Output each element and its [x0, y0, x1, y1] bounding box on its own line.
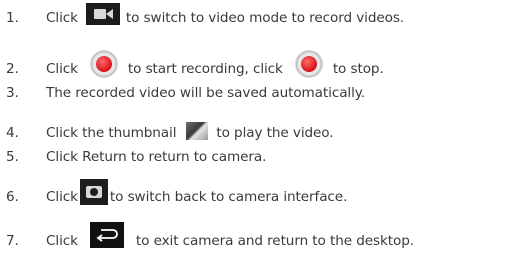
step-text-pre: Click	[46, 233, 78, 249]
thumbnail-icon	[186, 122, 209, 140]
step-text-post: to stop.	[332, 61, 384, 77]
step-text-pre: Click	[46, 10, 78, 26]
step-text-pre: Click	[46, 61, 78, 77]
camera-icon	[79, 179, 108, 205]
step-text-post: to switch to video mode to record videos…	[125, 10, 405, 26]
stop-record-button-icon	[294, 50, 323, 78]
step-number: 1.	[6, 10, 19, 26]
step-number: 7.	[6, 233, 19, 249]
record-button-icon	[89, 50, 118, 78]
step-number: 4.	[6, 125, 19, 141]
step-number: 5.	[6, 149, 19, 165]
step-text-post: to switch back to camera interface.	[109, 189, 348, 205]
step-text-mid: to start recording, click	[127, 61, 283, 77]
step-text: Click Return to return to camera.	[46, 149, 267, 165]
step-text-pre: Click the thumbnail	[46, 125, 177, 141]
back-arrow-glyph	[96, 229, 118, 242]
step-text: The recorded video will be saved automat…	[46, 85, 366, 101]
step-text-post: to exit camera and return to the desktop…	[135, 233, 414, 249]
step-text-pre: Click	[46, 189, 78, 205]
step-number: 2.	[6, 61, 19, 77]
step-text-post: to play the video.	[216, 125, 334, 141]
step-number: 6.	[6, 189, 19, 205]
back-arrow-icon	[89, 222, 124, 248]
step-number: 3.	[6, 85, 19, 101]
video-camera-icon	[85, 3, 120, 25]
